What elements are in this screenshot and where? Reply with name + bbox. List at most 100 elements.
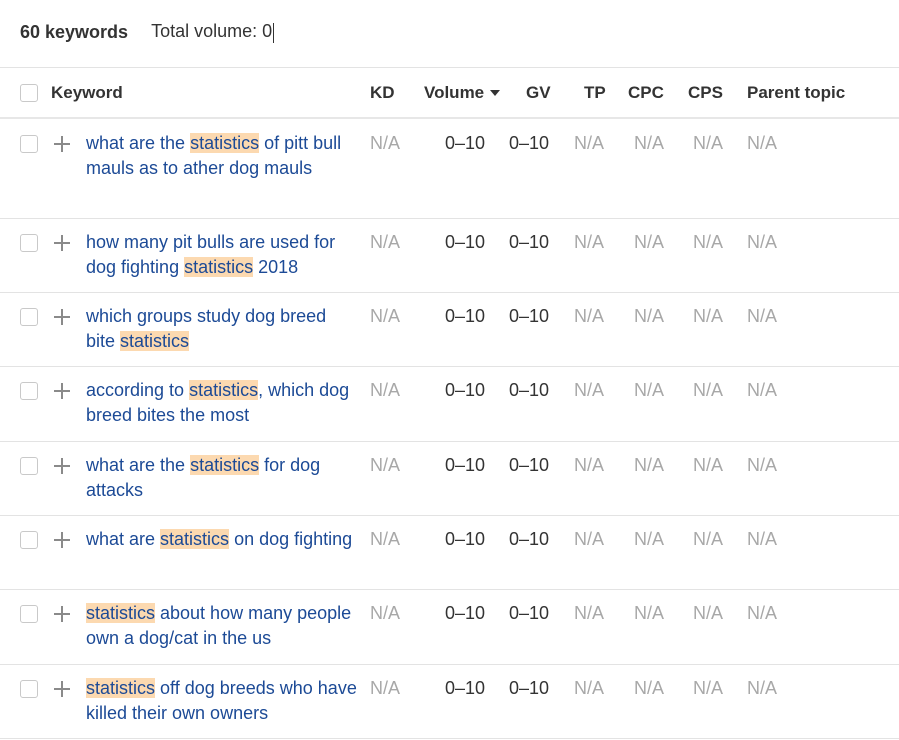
add-to-list-plus-icon[interactable] (53, 531, 71, 549)
row-checkbox[interactable] (20, 135, 38, 153)
table-row: statistics off dog breeds who have kille… (0, 665, 899, 739)
keyword-link[interactable]: statistics off dog breeds who have kille… (86, 676, 358, 726)
cell-parent-topic: N/A (747, 380, 778, 400)
cell-tp: N/A (574, 678, 605, 698)
cell-tp: N/A (574, 603, 605, 623)
cell-volume: 0–10 (445, 603, 486, 623)
cell-cps: N/A (693, 306, 724, 326)
cell-kd: N/A (370, 133, 401, 153)
caret-down-icon (490, 89, 501, 96)
cell-cps: N/A (693, 380, 724, 400)
keyword-link[interactable]: what are statistics on dog fighting (86, 527, 358, 552)
add-to-list-plus-icon[interactable] (53, 234, 71, 252)
column-header-keyword[interactable]: Keyword (51, 83, 123, 103)
keyword-link[interactable]: how many pit bulls are used for dog figh… (86, 230, 358, 280)
cell-volume: 0–10 (445, 232, 486, 252)
add-to-list-plus-icon[interactable] (53, 605, 71, 623)
keyword-highlight: statistics (184, 257, 254, 277)
column-header-tp[interactable]: TP (584, 83, 606, 103)
keyword-highlight: statistics (86, 678, 156, 698)
cell-kd: N/A (370, 529, 401, 549)
table-header: Keyword KD Volume GV TP CPC CPS Parent t… (0, 68, 899, 119)
keyword-link[interactable]: what are the statistics of pitt bull mau… (86, 131, 358, 181)
cell-gv: 0–10 (509, 529, 550, 549)
add-to-list-plus-icon[interactable] (53, 382, 71, 400)
cell-tp: N/A (574, 232, 605, 252)
total-volume-label: Total volume: (151, 21, 263, 42)
add-to-list-plus-icon[interactable] (53, 135, 71, 153)
cell-kd: N/A (370, 603, 401, 623)
cell-parent-topic: N/A (747, 603, 778, 623)
column-header-volume[interactable]: Volume (424, 83, 501, 103)
cell-kd: N/A (370, 455, 401, 475)
cell-parent-topic: N/A (747, 306, 778, 326)
cell-kd: N/A (370, 678, 401, 698)
cell-tp: N/A (574, 380, 605, 400)
cell-gv: 0–10 (509, 232, 550, 252)
row-checkbox[interactable] (20, 308, 38, 326)
cell-parent-topic: N/A (747, 133, 778, 153)
cell-volume: 0–10 (445, 529, 486, 549)
cell-gv: 0–10 (509, 380, 550, 400)
keyword-highlight: statistics (190, 455, 260, 475)
cell-parent-topic: N/A (747, 232, 778, 252)
keyword-link[interactable]: which groups study dog breed bite statis… (86, 304, 358, 354)
keyword-text: on dog fighting (229, 529, 353, 549)
cell-cpc: N/A (634, 306, 665, 326)
cell-volume: 0–10 (445, 306, 486, 326)
cell-volume: 0–10 (445, 380, 486, 400)
add-to-list-plus-icon[interactable] (53, 308, 71, 326)
cell-kd: N/A (370, 380, 401, 400)
select-all-checkbox[interactable] (20, 84, 38, 102)
cell-tp: N/A (574, 306, 605, 326)
table-row: how many pit bulls are used for dog figh… (0, 219, 899, 293)
row-checkbox[interactable] (20, 605, 38, 623)
keyword-link[interactable]: according to statistics, which dog breed… (86, 378, 358, 428)
keyword-link[interactable]: statistics about how many people own a d… (86, 601, 358, 651)
text-cursor (273, 22, 275, 43)
keyword-text: according to (86, 380, 190, 400)
column-header-kd[interactable]: KD (370, 83, 395, 103)
cell-parent-topic: N/A (747, 455, 778, 475)
row-checkbox[interactable] (20, 531, 38, 549)
table-row: what are statistics on dog fighting N/A 0–… (0, 516, 899, 590)
keyword-highlight: statistics (120, 331, 190, 351)
column-header-cps[interactable]: CPS (688, 83, 723, 103)
keyword-text: what are the (86, 455, 191, 475)
add-to-list-plus-icon[interactable] (53, 680, 71, 698)
row-checkbox[interactable] (20, 680, 38, 698)
table-row: statistics about how many people own a d… (0, 590, 899, 665)
column-header-gv[interactable]: GV (526, 83, 551, 103)
cell-cps: N/A (693, 529, 724, 549)
cell-tp: N/A (574, 529, 605, 549)
cell-cpc: N/A (634, 380, 665, 400)
row-checkbox[interactable] (20, 457, 38, 475)
cell-kd: N/A (370, 232, 401, 252)
keyword-highlight: statistics (190, 133, 260, 153)
cell-gv: 0–10 (509, 603, 550, 623)
total-volume: Total volume: 0 (151, 21, 275, 43)
cell-tp: N/A (574, 133, 605, 153)
cell-cpc: N/A (634, 133, 665, 153)
cell-volume: 0–10 (445, 133, 486, 153)
cell-cpc: N/A (634, 455, 665, 475)
add-to-list-plus-icon[interactable] (53, 457, 71, 475)
table-row: which groups study dog breed bite statis… (0, 293, 899, 367)
cell-gv: 0–10 (509, 133, 550, 153)
cell-volume: 0–10 (445, 678, 486, 698)
keyword-text: what are (86, 529, 161, 549)
cell-cps: N/A (693, 455, 724, 475)
cell-cpc: N/A (634, 678, 665, 698)
cell-gv: 0–10 (509, 455, 550, 475)
cell-cps: N/A (693, 603, 724, 623)
cell-parent-topic: N/A (747, 529, 778, 549)
row-checkbox[interactable] (20, 234, 38, 252)
keywords-count: 60 keywords (20, 21, 129, 42)
cell-tp: N/A (574, 455, 605, 475)
column-header-cpc[interactable]: CPC (628, 83, 664, 103)
cell-parent-topic: N/A (747, 678, 778, 698)
column-header-parent-topic[interactable]: Parent topic (747, 83, 845, 103)
row-checkbox[interactable] (20, 382, 38, 400)
keyword-link[interactable]: what are the statistics for dog attacks (86, 453, 358, 503)
keyword-text: what are the (86, 133, 191, 153)
